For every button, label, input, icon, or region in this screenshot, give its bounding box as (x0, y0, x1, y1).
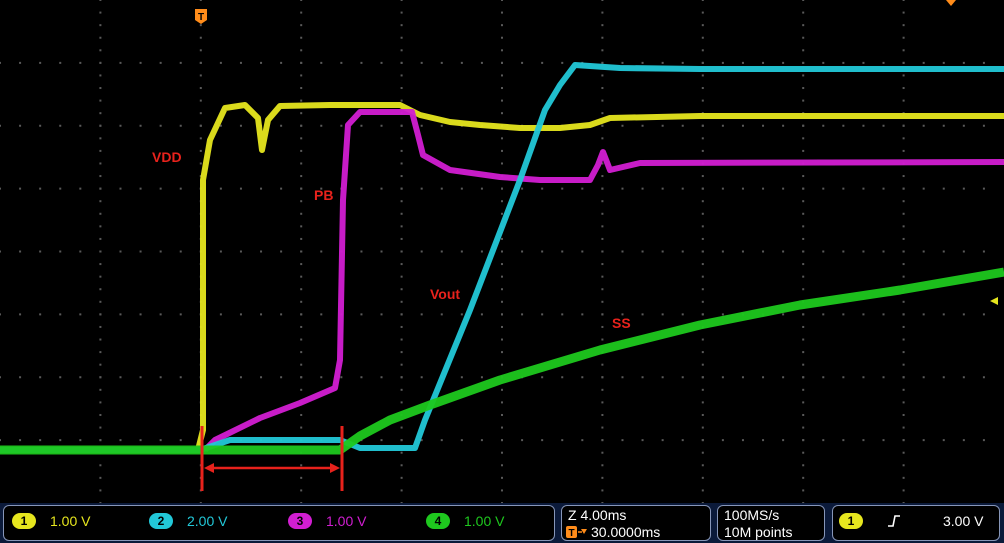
status-bar: 1 1.00 V 2 2.00 V 3 1.00 V 4 1.00 V Z 4.… (0, 503, 1004, 543)
trigger-readout: 1 3.00 V (839, 512, 983, 530)
channel-2-badge: 2 (149, 513, 173, 529)
trigger-position-readout: T 30.0000ms (566, 524, 660, 540)
label-pb: PB (314, 187, 333, 203)
rising-edge-icon (888, 515, 900, 527)
trigger-level: 3.00 V (943, 513, 984, 529)
channel-2-readout[interactable]: 2 2.00 V (149, 512, 227, 530)
channel-4-badge: 4 (426, 513, 450, 529)
channel-3-readout[interactable]: 3 1.00 V (288, 512, 366, 530)
sample-rate: 100MS/s (724, 507, 780, 523)
channel-1-badge: 1 (12, 513, 36, 529)
channel-2-scale: 2.00 V (187, 513, 228, 529)
trigger-source-badge: 1 (839, 513, 863, 529)
waveform-display: VDD PB Vout SS T (0, 0, 1004, 503)
trigger-marker-letter: T (198, 12, 204, 23)
trace-ch3 (202, 109, 1004, 453)
channel-4-readout[interactable]: 4 1.00 V (426, 512, 504, 530)
channel-3-badge: 3 (288, 513, 312, 529)
record-length: 10M points (724, 524, 793, 540)
channel-4-scale: 1.00 V (464, 513, 505, 529)
trigger-position-icon: T (566, 525, 588, 539)
trace-ch2 (0, 62, 1004, 453)
trigger-level-icon[interactable] (990, 297, 998, 305)
zoom-scale: Z 4.00ms (568, 507, 627, 523)
label-vout: Vout (430, 286, 460, 302)
trigger-settings-panel[interactable]: 1 3.00 V (832, 505, 1000, 541)
waveform-graticule: VDD PB Vout SS T (0, 0, 1004, 503)
channel-3-scale: 1.00 V (326, 513, 367, 529)
label-ss: SS (612, 315, 631, 331)
channel-1-readout[interactable]: 1 1.00 V (12, 512, 90, 530)
trigger-position-value: 30.0000ms (591, 524, 661, 540)
trigger-position-marker[interactable]: T (195, 9, 207, 24)
trace-ch4 (0, 267, 1004, 455)
expansion-point-icon (946, 0, 956, 6)
vertical-settings-panel: 1 1.00 V 2 2.00 V 3 1.00 V 4 1.00 V (3, 505, 555, 541)
acquisition-panel[interactable]: 100MS/s 10M points (717, 505, 825, 541)
label-vdd: VDD (152, 149, 182, 165)
channel-1-scale: 1.00 V (50, 513, 91, 529)
horizontal-settings-panel[interactable]: Z 4.00ms T 30.0000ms (561, 505, 711, 541)
trigger-position-letter: T (568, 528, 574, 539)
